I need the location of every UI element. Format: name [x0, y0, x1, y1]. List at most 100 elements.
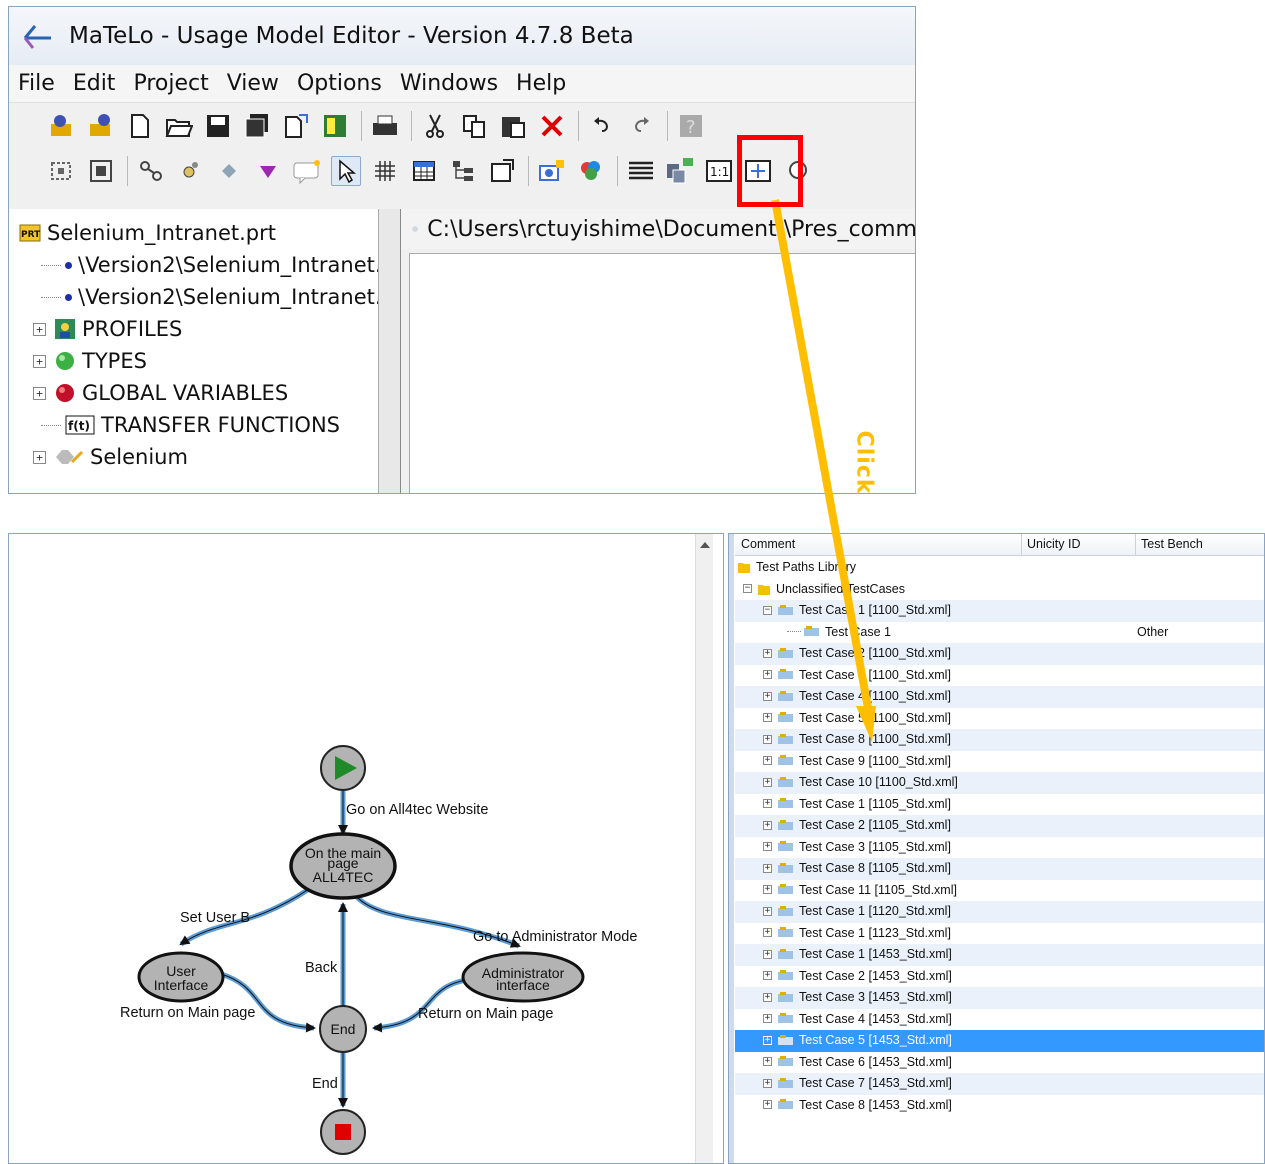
tree-file-item[interactable]: \Version2\Selenium_Intranet.d — [41, 249, 378, 281]
expand-icon[interactable]: + — [763, 648, 772, 658]
test-case-row[interactable]: + Test Case 5 [1100_Std.xml] — [735, 708, 1264, 730]
expand-icon[interactable]: + — [763, 1014, 772, 1023]
test-case-row[interactable]: + Test Case 8 [1453_Std.xml] — [735, 1095, 1264, 1117]
expand-icon[interactable]: + — [763, 906, 772, 916]
expand-icon[interactable]: + — [33, 450, 46, 464]
expand-icon[interactable]: + — [763, 670, 772, 679]
diamond-icon[interactable] — [214, 156, 244, 186]
main-page-node[interactable]: On the main page ALL4TEC — [289, 832, 397, 900]
expand-icon[interactable]: + — [763, 885, 772, 894]
column-header-unicity-id[interactable]: Unicity ID — [1027, 537, 1080, 551]
folder-row[interactable]: − Unclassified TestCases — [735, 579, 1264, 601]
expand-icon[interactable]: + — [763, 971, 772, 980]
undo-icon[interactable] — [587, 111, 617, 141]
pointer-icon[interactable] — [331, 155, 361, 186]
expand-icon[interactable]: + — [33, 386, 46, 400]
expand-icon[interactable]: + — [763, 842, 772, 851]
help-icon[interactable]: ? — [676, 111, 706, 141]
expand-icon[interactable]: + — [763, 691, 772, 701]
expand-icon[interactable]: + — [763, 1057, 772, 1066]
test-case-row[interactable]: + Test Case 3 [1453_Std.xml] — [735, 987, 1264, 1009]
expand-icon[interactable]: + — [763, 863, 772, 873]
document-area[interactable] — [409, 253, 915, 493]
column-separator[interactable] — [1021, 534, 1022, 556]
color-icon[interactable] — [576, 156, 606, 186]
test-case-row[interactable]: + Test Case 2 [1453_Std.xml] — [735, 966, 1264, 988]
test-case-row[interactable]: + Test Case 1 [1123_Std.xml] — [735, 923, 1264, 945]
menu-windows[interactable]: Windows — [391, 71, 507, 96]
new-project-icon[interactable] — [47, 111, 77, 141]
test-case-row[interactable]: + Test Case 2 [1100_Std.xml] — [735, 643, 1264, 665]
test-case-row[interactable]: + Test Case 3 [1105_Std.xml] — [735, 837, 1264, 859]
test-case-row[interactable]: + Test Case 5 [1453_Std.xml] — [735, 1030, 1264, 1052]
import-icon[interactable] — [320, 111, 350, 141]
paste-icon[interactable] — [498, 111, 528, 141]
redo-icon[interactable] — [626, 111, 656, 141]
tree-item-selenium[interactable]: + Selenium — [33, 441, 188, 473]
state-icon[interactable] — [175, 156, 205, 186]
expand-icon[interactable]: + — [763, 734, 772, 744]
test-case-row[interactable]: + Test Case 4 [1453_Std.xml] — [735, 1009, 1264, 1031]
user-interface-node[interactable]: User Interface — [137, 951, 225, 1003]
tree-root[interactable]: PRT Selenium_Intranet.prt — [19, 217, 276, 249]
menu-project[interactable]: Project — [124, 71, 217, 96]
test-case-row[interactable]: + Test Case 8 [1105_Std.xml] — [735, 858, 1264, 880]
fit-region-icon[interactable] — [86, 156, 116, 186]
collapse-icon[interactable]: − — [763, 605, 772, 615]
expand-icon[interactable]: + — [33, 322, 46, 336]
scroll-up-icon[interactable] — [699, 542, 710, 548]
test-case-row[interactable]: + Test Case 11 [1105_Std.xml] — [735, 880, 1264, 902]
menu-view[interactable]: View — [218, 71, 288, 96]
zoom-1to1-icon[interactable]: 1:1 — [704, 156, 734, 186]
test-case-row[interactable]: + Test Case 6 [1453_Std.xml] — [735, 1052, 1264, 1074]
test-case-row[interactable]: + Test Case 3 [1100_Std.xml] — [735, 665, 1264, 687]
expand-icon[interactable]: + — [763, 1035, 772, 1045]
grid-icon[interactable] — [370, 156, 400, 186]
column-header-test-bench[interactable]: Test Bench — [1141, 537, 1203, 551]
tree-item-types[interactable]: + TYPES — [33, 345, 147, 377]
transition-icon[interactable] — [136, 156, 166, 186]
column-header-comment[interactable]: Comment — [741, 537, 795, 551]
tree-item-transfer-functions[interactable]: f(t) TRANSFER FUNCTIONS — [41, 409, 340, 441]
stop-node[interactable] — [320, 1109, 366, 1155]
expand-icon[interactable]: + — [763, 799, 772, 808]
table-icon[interactable] — [409, 156, 439, 186]
expand-icon[interactable]: + — [33, 354, 46, 368]
test-case-row[interactable]: + Test Case 9 [1100_Std.xml] — [735, 751, 1264, 773]
expand-icon[interactable]: + — [763, 820, 772, 830]
start-node[interactable] — [320, 745, 366, 791]
print-icon[interactable] — [370, 111, 400, 141]
document-tab[interactable]: C:\Users\rctuyishime\Document \Pres_comm — [401, 209, 915, 249]
test-case-row[interactable]: + Test Case 10 [1100_Std.xml] — [735, 772, 1264, 794]
expand-icon[interactable]: + — [763, 756, 772, 765]
menu-help[interactable]: Help — [507, 71, 575, 96]
expand-icon[interactable]: + — [763, 713, 772, 722]
project-properties-icon[interactable] — [86, 111, 116, 141]
test-case-row[interactable]: + Test Case 2 [1105_Std.xml] — [735, 815, 1264, 837]
save-icon[interactable] — [203, 111, 233, 141]
export-icon[interactable] — [281, 111, 311, 141]
pane-divider[interactable] — [723, 534, 724, 1164]
save-all-icon[interactable] — [242, 111, 272, 141]
funnel-icon[interactable] — [253, 156, 283, 186]
new-file-icon[interactable] — [125, 111, 155, 141]
test-case-row[interactable]: + Test Case 4 [1100_Std.xml] — [735, 686, 1264, 708]
expand-icon[interactable]: + — [763, 1100, 772, 1109]
copy-icon[interactable] — [459, 111, 489, 141]
properties-icon[interactable] — [487, 156, 517, 186]
comment-icon[interactable] — [292, 156, 322, 186]
end-node[interactable]: End — [319, 1005, 367, 1053]
test-case-row[interactable]: + Test Case 8 [1100_Std.xml] — [735, 729, 1264, 751]
tree-item-global-variables[interactable]: + GLOBAL VARIABLES — [33, 377, 288, 409]
graph-canvas[interactable]: On the main page ALL4TEC User Interface … — [9, 534, 699, 1164]
test-case-row[interactable]: + Test Case 1 [1453_Std.xml] — [735, 944, 1264, 966]
expand-icon[interactable]: + — [763, 928, 772, 937]
collapse-icon[interactable]: − — [743, 584, 752, 593]
test-case-row[interactable]: + Test Case 7 [1453_Std.xml] — [735, 1073, 1264, 1095]
expand-icon[interactable]: + — [763, 777, 772, 787]
tree-file-item[interactable]: \Version2\Selenium_Intranet.m — [41, 281, 378, 313]
administrator-interface-node[interactable]: Administrator interface — [461, 951, 585, 1003]
library-root-row[interactable]: Test Paths Library — [735, 557, 1264, 579]
delete-icon[interactable] — [537, 111, 567, 141]
profile-icon[interactable] — [537, 156, 567, 186]
